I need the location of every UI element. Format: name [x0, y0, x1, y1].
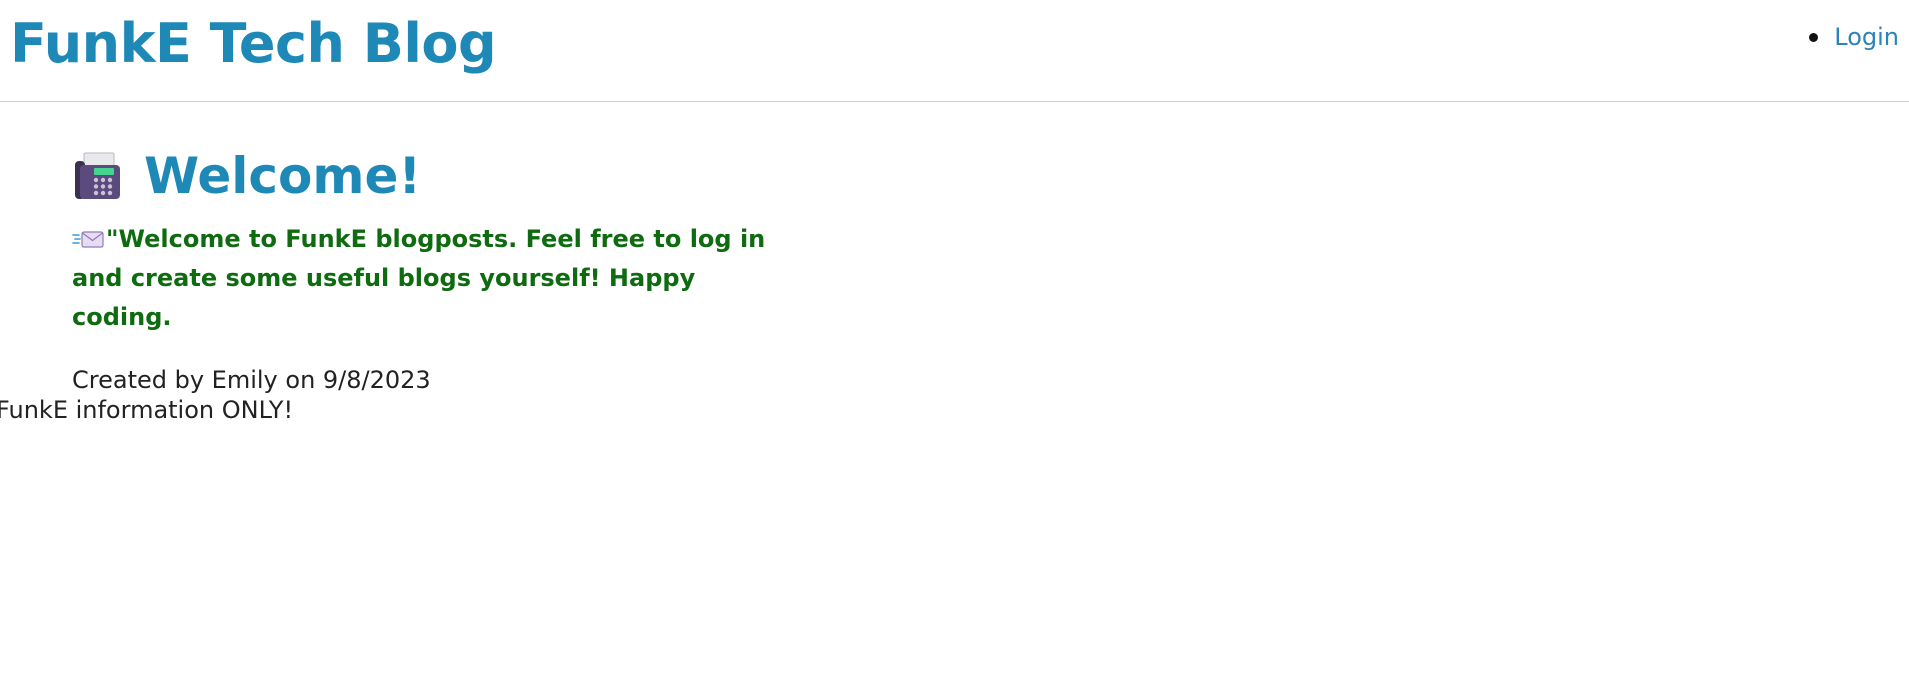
post-card: Welcome! "Welcome to FunkE blogposts. Fe…: [72, 144, 792, 397]
incoming-envelope-icon: [72, 231, 104, 248]
nav-menu: Login: [1809, 20, 1899, 54]
site-title[interactable]: FunkE Tech Blog: [10, 10, 497, 78]
post-body: "Welcome to FunkE blogposts. Feel free t…: [72, 220, 792, 337]
footer-note: FunkE information ONLY!: [0, 396, 294, 424]
login-link[interactable]: Login: [1834, 23, 1899, 51]
post-title: Welcome!: [144, 147, 422, 205]
nav-item-login: Login: [1809, 20, 1899, 54]
site-header: FunkE Tech Blog Login: [0, 0, 1909, 102]
post-heading: Welcome!: [72, 144, 792, 208]
post-body-text: "Welcome to FunkE blogposts. Feel free t…: [72, 225, 766, 331]
post-meta: Created by Emily on 9/8/2023: [72, 366, 431, 394]
bullet-icon: [1809, 32, 1819, 42]
fax-icon: [75, 152, 120, 199]
